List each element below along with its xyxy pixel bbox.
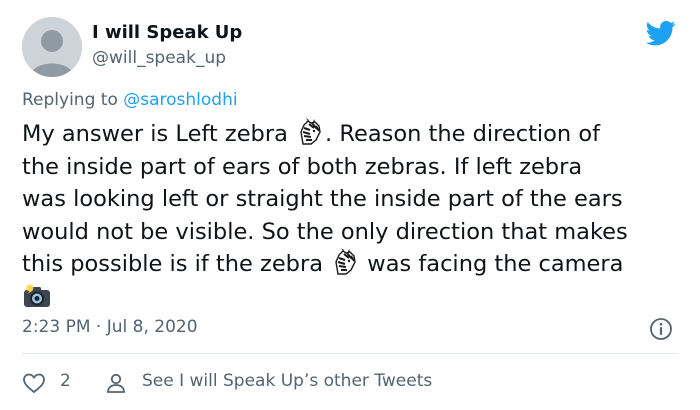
tweet-line: My answer is Left zebra . Reason the dir… (22, 118, 687, 151)
heart-icon[interactable] (22, 371, 46, 395)
zebra-emoji-icon (295, 118, 325, 146)
tweet-timestamp[interactable]: 2:23 PM · Jul 8, 2020 (22, 317, 198, 337)
tweet-text-segment: . Reason the direction of (325, 121, 601, 147)
twitter-bird-icon[interactable] (644, 18, 678, 48)
avatar[interactable] (22, 17, 82, 77)
tweet-line: this possible is if the zebra was facing… (22, 248, 687, 281)
reply-mention-link[interactable]: @saroshlodhi (123, 90, 237, 110)
replying-to: Replying to @saroshlodhi (22, 90, 238, 110)
tweet-text-segment: was facing the camera (360, 251, 624, 277)
tweet-line (22, 281, 687, 314)
info-icon[interactable] (649, 317, 673, 341)
author-name[interactable]: I will Speak Up (92, 22, 242, 43)
tweet-text: My answer is Left zebra . Reason the dir… (22, 118, 687, 313)
author-handle[interactable]: @will_speak_up (92, 48, 226, 68)
replying-prefix: Replying to (22, 90, 124, 110)
tweet-card: I will Speak Up @will_speak_up Replying … (0, 0, 700, 410)
like-count[interactable]: 2 (60, 371, 71, 391)
tweet-line: the inside part of ears of both zebras. … (22, 153, 583, 180)
zebra-emoji-icon (330, 248, 360, 276)
tweet-line: was looking left or straight the inside … (22, 186, 623, 212)
tweet-line: would not be visible. So the only direct… (22, 218, 628, 245)
other-tweets-link[interactable]: See I will Speak Up’s other Tweets (142, 371, 432, 391)
default-profile-icon (22, 17, 82, 77)
divider (22, 353, 678, 354)
tweet-text-segment: this possible is if the zebra (22, 251, 331, 277)
person-icon[interactable] (104, 371, 128, 395)
camera-with-flash-icon (22, 281, 52, 309)
tweet-text-segment: My answer is Left zebra (22, 121, 296, 147)
